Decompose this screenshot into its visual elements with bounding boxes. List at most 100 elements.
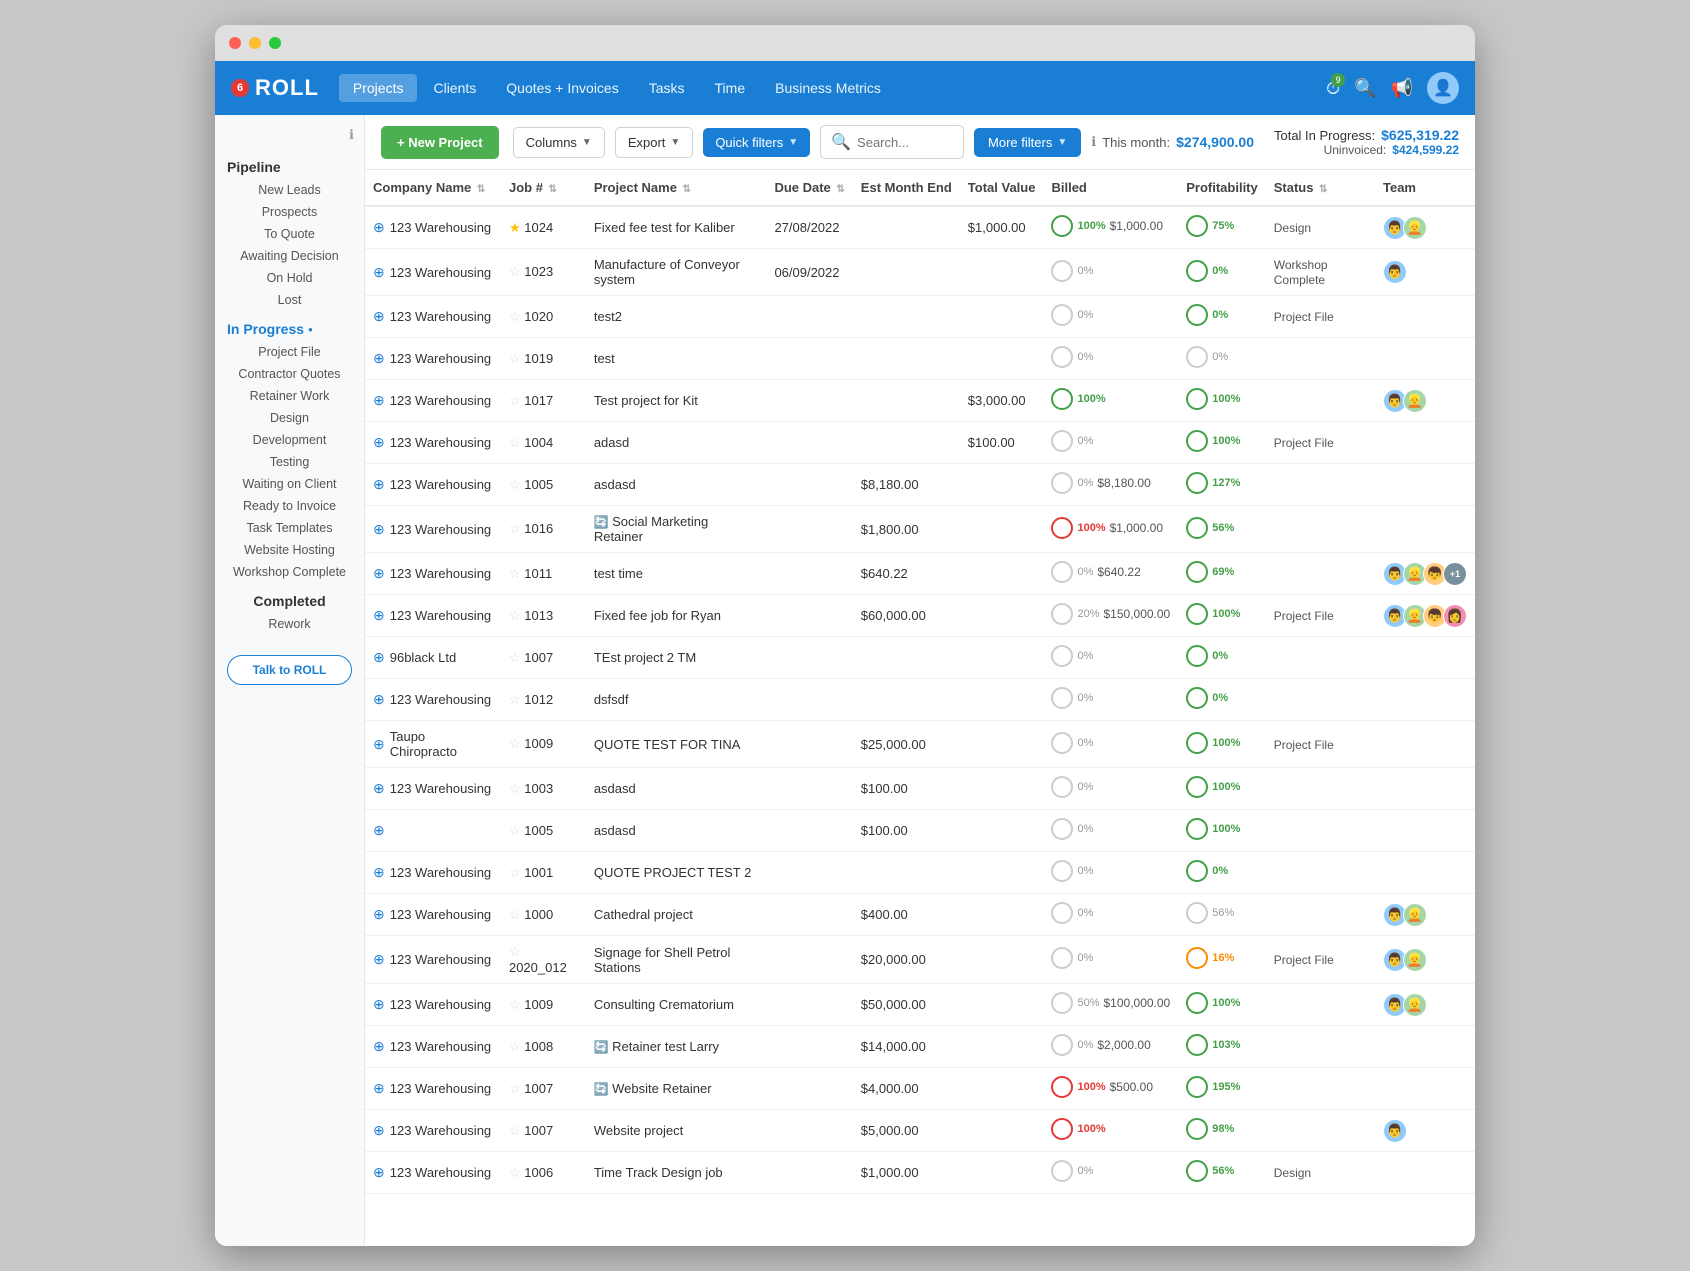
col-project[interactable]: Project Name ⇅ [586,170,767,206]
star-icon[interactable]: ☆ [509,608,521,623]
nav-item-clients[interactable]: Clients [419,74,490,102]
sidebar-item-waiting-client[interactable]: Waiting on Client [215,473,364,495]
sidebar-item-retainer-work[interactable]: Retainer Work [215,385,364,407]
sidebar-item-testing[interactable]: Testing [215,451,364,473]
sidebar-item-to-quote[interactable]: To Quote [215,223,364,245]
table-row[interactable]: ⊕ 123 Warehousing ☆ 1023 Manufacture of … [365,249,1475,296]
table-row[interactable]: ⊕ 123 Warehousing ☆ 1016 🔄 Social Market… [365,506,1475,553]
table-row[interactable]: ⊕ ☆ 1005 asdasd $100.00 0% [365,810,1475,852]
star-icon[interactable]: ☆ [509,907,521,922]
table-row[interactable]: ⊕ 123 Warehousing ☆ 1019 test 0% [365,338,1475,380]
nav-item-time[interactable]: Time [701,74,760,102]
table-row[interactable]: ⊕ 123 Warehousing ☆ 1008 🔄 Retainer test… [365,1026,1475,1068]
star-icon[interactable]: ☆ [509,865,521,880]
sidebar-item-workshop-complete[interactable]: Workshop Complete [215,561,364,583]
timer-icon-btn[interactable]: ⏱ 9 [1326,78,1340,99]
sidebar-item-project-file[interactable]: Project File [215,341,364,363]
sidebar-item-task-templates[interactable]: Task Templates [215,517,364,539]
export-button[interactable]: Export ▼ [615,127,693,158]
close-dot[interactable] [229,37,241,49]
star-icon[interactable]: ☆ [509,944,521,959]
star-icon[interactable]: ☆ [509,692,521,707]
star-icon[interactable]: ☆ [509,435,521,450]
talk-to-roll-button[interactable]: Talk to ROLL [227,655,352,685]
new-project-button[interactable]: + New Project [381,126,499,159]
quick-filters-button[interactable]: Quick filters ▼ [703,128,810,157]
nav-item-quotes[interactable]: Quotes + Invoices [492,74,632,102]
col-total-value[interactable]: Total Value [960,170,1044,206]
nav-item-projects[interactable]: Projects [339,74,418,102]
star-icon[interactable]: ☆ [509,351,521,366]
col-job[interactable]: Job # ⇅ [501,170,586,206]
sidebar-item-new-leads[interactable]: New Leads [215,179,364,201]
cell-due-date [766,768,852,810]
search-icon-btn[interactable]: 🔍 [1354,78,1376,99]
cell-company: ⊕ 123 Warehousing [365,296,501,338]
col-profitability[interactable]: Profitability [1178,170,1266,206]
minimize-dot[interactable] [249,37,261,49]
table-row[interactable]: ⊕ 123 Warehousing ★ 1024 Fixed fee test … [365,206,1475,249]
table-row[interactable]: ⊕ 123 Warehousing ☆ 1007 🔄 Website Retai… [365,1068,1475,1110]
notification-icon-btn[interactable]: 📢 [1391,78,1413,99]
table-row[interactable]: ⊕ 123 Warehousing ☆ 1003 asdasd $100.00 … [365,768,1475,810]
sidebar-item-design[interactable]: Design [215,407,364,429]
star-icon[interactable]: ☆ [509,1081,521,1096]
sidebar-item-website-hosting[interactable]: Website Hosting [215,539,364,561]
sidebar-info-icon[interactable]: ℹ [215,127,364,151]
sidebar-item-on-hold[interactable]: On Hold [215,267,364,289]
sidebar-item-rework[interactable]: Rework [215,613,364,635]
sidebar-item-awaiting[interactable]: Awaiting Decision [215,245,364,267]
table-row[interactable]: ⊕ 123 Warehousing ☆ 1011 test time $640.… [365,553,1475,595]
table-row[interactable]: ⊕ 123 Warehousing ☆ 1007 Website project… [365,1110,1475,1152]
col-billed[interactable]: Billed [1043,170,1178,206]
star-icon[interactable]: ☆ [509,823,521,838]
cell-est-month-end: $400.00 [853,894,960,936]
sidebar-item-lost[interactable]: Lost [215,289,364,311]
table-row[interactable]: ⊕ 123 Warehousing ☆ 1013 Fixed fee job f… [365,595,1475,637]
table-row[interactable]: ⊕ 123 Warehousing ☆ 1017 Test project fo… [365,380,1475,422]
table-row[interactable]: ⊕ 96black Ltd ☆ 1007 TEst project 2 TM 0… [365,637,1475,679]
star-icon[interactable]: ☆ [509,736,521,751]
sidebar-item-contractor-quotes[interactable]: Contractor Quotes [215,363,364,385]
this-month-value[interactable]: $274,900.00 [1176,134,1254,150]
star-icon[interactable]: ☆ [509,309,521,324]
nav-item-tasks[interactable]: Tasks [635,74,699,102]
star-icon[interactable]: ☆ [509,521,521,536]
star-icon[interactable]: ☆ [509,1039,521,1054]
star-icon[interactable]: ☆ [509,566,521,581]
sidebar-item-ready-invoice[interactable]: Ready to Invoice [215,495,364,517]
star-icon[interactable]: ☆ [509,997,521,1012]
star-icon[interactable]: ☆ [509,477,521,492]
star-icon[interactable]: ☆ [509,1165,521,1180]
table-row[interactable]: ⊕ 123 Warehousing ☆ 1000 Cathedral proje… [365,894,1475,936]
star-icon[interactable]: ☆ [509,264,521,279]
table-row[interactable]: ⊕ 123 Warehousing ☆ 1012 dsfsdf 0% [365,679,1475,721]
table-row[interactable]: ⊕ 123 Warehousing ☆ 1009 Consulting Crem… [365,984,1475,1026]
star-icon[interactable]: ☆ [509,1123,521,1138]
table-row[interactable]: ⊕ 123 Warehousing ☆ 1006 Time Track Desi… [365,1152,1475,1194]
col-company[interactable]: Company Name ⇅ [365,170,501,206]
star-icon[interactable]: ☆ [509,781,521,796]
star-icon[interactable]: ☆ [509,393,521,408]
user-avatar[interactable]: 👤 [1427,72,1459,104]
columns-button[interactable]: Columns ▼ [513,127,605,158]
more-filters-button[interactable]: More filters ▼ [974,128,1081,157]
sidebar-item-development[interactable]: Development [215,429,364,451]
table-row[interactable]: ⊕ Taupo Chiropracto ☆ 1009 QUOTE TEST FO… [365,721,1475,768]
table-row[interactable]: ⊕ 123 Warehousing ☆ 1020 test2 0% [365,296,1475,338]
star-icon[interactable]: ☆ [509,650,521,665]
table-row[interactable]: ⊕ 123 Warehousing ☆ 1005 asdasd $8,180.0… [365,464,1475,506]
col-est-month-end[interactable]: Est Month End [853,170,960,206]
due-date-value: 27/08/2022 [774,220,839,235]
sidebar-item-prospects[interactable]: Prospects [215,201,364,223]
search-input[interactable] [857,135,953,150]
col-due-date[interactable]: Due Date ⇅ [766,170,852,206]
cell-est-month-end [853,206,960,249]
table-row[interactable]: ⊕ 123 Warehousing ☆ 1004 adasd $100.00 0… [365,422,1475,464]
col-status[interactable]: Status ⇅ [1266,170,1375,206]
maximize-dot[interactable] [269,37,281,49]
table-row[interactable]: ⊕ 123 Warehousing ☆ 1001 QUOTE PROJECT T… [365,852,1475,894]
nav-item-business[interactable]: Business Metrics [761,74,895,102]
table-row[interactable]: ⊕ 123 Warehousing ☆ 2020_012 Signage for… [365,936,1475,984]
star-icon[interactable]: ★ [509,220,521,235]
